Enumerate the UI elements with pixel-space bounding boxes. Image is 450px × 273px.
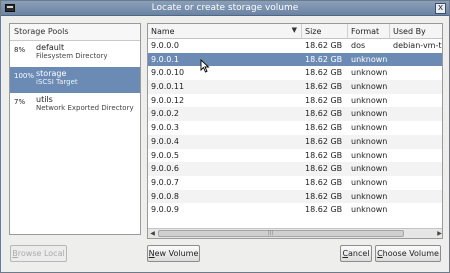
pool-usage: 8% (14, 46, 26, 54)
table-header: Name ▼ Size Format Used By (148, 24, 442, 39)
volume-format-cell: unknown (351, 109, 388, 119)
volume-format-cell: unknown (351, 177, 388, 187)
scroll-left-icon[interactable]: ◀ (148, 230, 157, 238)
volume-size-cell: 18.62 GB (305, 41, 343, 50)
pool-name: utils (36, 95, 53, 104)
volume-format-cell: unknown (351, 164, 388, 174)
volume-used-by-cell: debian-vm-te (393, 41, 443, 50)
volume-size-cell: 18.62 GB (305, 164, 343, 174)
column-header-used-by[interactable]: Used By (390, 24, 442, 39)
volume-name-cell: 9.0.0.11 (151, 82, 185, 92)
volume-format-cell: unknown (351, 191, 388, 201)
cancel-button[interactable]: Cancel (340, 245, 372, 262)
pool-item-utils[interactable]: 7% utils Network Exported Directory (10, 93, 140, 119)
volume-name-cell: 9.0.0.6 (151, 164, 179, 174)
window-title: Locate or create storage volume (151, 3, 299, 13)
table-row[interactable]: 9.0.0.5 18.62 GB unknown (148, 149, 442, 163)
scroll-right-icon[interactable]: ▶ (435, 230, 442, 238)
volume-format-cell: unknown (351, 68, 388, 78)
table-row[interactable]: 9.0.0.3 18.62 GB unknown (148, 121, 442, 135)
volume-format-cell: unknown (351, 82, 388, 92)
table-row[interactable]: 9.0.0.2 18.62 GB unknown (148, 107, 442, 122)
volume-format-cell: unknown (351, 54, 388, 64)
table-row[interactable]: 9.0.0.9 18.62 GB unknown (148, 203, 442, 217)
volume-size-cell: 18.62 GB (305, 68, 343, 78)
volume-size-cell: 18.62 GB (305, 136, 343, 146)
volume-name-cell: 9.0.0.7 (151, 177, 179, 187)
volume-format-cell: unknown (351, 150, 388, 160)
table-row[interactable]: 9.0.0.4 18.62 GB unknown (148, 134, 442, 149)
storage-pools-header: Storage Pools (10, 24, 140, 41)
volume-size-cell: 18.62 GB (305, 82, 343, 92)
column-header-format[interactable]: Format (348, 24, 390, 39)
volume-name-cell: 9.0.0.9 (151, 205, 179, 215)
pool-type: Filesystem Directory (36, 52, 108, 60)
pool-usage: 100% (14, 72, 35, 80)
column-header-name[interactable]: Name ▼ (148, 24, 302, 39)
storage-pools-list: Storage Pools 8% default Filesystem Dire… (9, 23, 141, 235)
choose-volume-button[interactable]: Choose Volume (375, 245, 441, 262)
dialog-window: Locate or create storage volume x Storag… (0, 0, 450, 273)
pool-item-default[interactable]: 8% default Filesystem Directory (10, 41, 140, 67)
volume-format-cell: dos (351, 41, 366, 50)
browse-local-button[interactable]: Browse Local (10, 245, 67, 262)
table-row[interactable]: 9.0.0.12 18.62 GB unknown (148, 94, 442, 108)
volume-format-cell: unknown (351, 205, 388, 215)
volume-format-cell: unknown (351, 136, 388, 146)
volume-format-cell: unknown (351, 123, 388, 133)
table-row[interactable]: 9.0.0.10 18.62 GB unknown (148, 66, 442, 80)
volume-size-cell: 18.62 GB (305, 191, 343, 201)
table-row[interactable]: 9.0.0.11 18.62 GB unknown (148, 80, 442, 94)
scrollbar-thumb[interactable] (158, 230, 404, 237)
volume-name-cell: 9.0.0.2 (151, 109, 179, 119)
volume-format-cell: unknown (351, 95, 388, 105)
volume-name-cell: 9.0.0.10 (151, 68, 185, 78)
volume-size-cell: 18.62 GB (305, 177, 343, 187)
volume-name-cell: 9.0.0.4 (151, 136, 179, 146)
table-row[interactable]: 9.0.0.8 18.62 GB unknown (148, 189, 442, 204)
close-window-button[interactable]: x (435, 3, 446, 14)
volume-name-cell: 9.0.0.0 (151, 41, 179, 50)
pool-type: iSCSI Target (36, 78, 78, 86)
volume-name-cell: 9.0.0.1 (151, 54, 179, 64)
grip-icon: ||| (268, 230, 274, 236)
pool-name: storage (36, 69, 67, 78)
volume-name-cell: 9.0.0.5 (151, 150, 179, 160)
column-header-size[interactable]: Size (302, 24, 348, 39)
volume-size-cell: 18.62 GB (305, 150, 343, 160)
table-row[interactable]: 9.0.0.7 18.62 GB unknown (148, 176, 442, 190)
table-row[interactable]: 9.0.0.1 18.62 GB unknown (148, 52, 442, 67)
volume-size-cell: 18.62 GB (305, 54, 343, 64)
table-row[interactable]: 9.0.0.6 18.62 GB unknown (148, 162, 442, 176)
volume-rows: 9.0.0.0 18.62 GB dos debian-vm-te 9.0.0.1 18.… (148, 39, 443, 217)
pool-name: default (36, 43, 65, 52)
titlebar[interactable]: Locate or create storage volume x (1, 1, 449, 16)
volume-size-cell: 18.62 GB (305, 95, 343, 105)
volume-name-cell: 9.0.0.8 (151, 191, 179, 201)
volumes-table: Name ▼ Size Format Used By 9.0.0.0 18.62 … (147, 23, 443, 239)
chevron-down-icon: ▼ (291, 26, 297, 34)
volume-size-cell: 18.62 GB (305, 205, 343, 215)
horizontal-scrollbar[interactable]: ◀ ||| ▶ (148, 228, 442, 238)
table-row[interactable]: 9.0.0.0 18.62 GB dos debian-vm-te (148, 39, 443, 53)
mouse-pointer-icon (200, 59, 210, 73)
volume-size-cell: 18.62 GB (305, 109, 343, 119)
pool-usage: 7% (14, 98, 26, 106)
pool-item-storage[interactable]: 100% storage iSCSI Target (10, 67, 140, 93)
volume-size-cell: 18.62 GB (305, 123, 343, 133)
volume-name-cell: 9.0.0.12 (151, 95, 185, 105)
volume-name-cell: 9.0.0.3 (151, 123, 179, 133)
pool-type: Network Exported Directory (36, 104, 134, 112)
new-volume-button[interactable]: New Volume (147, 245, 200, 262)
